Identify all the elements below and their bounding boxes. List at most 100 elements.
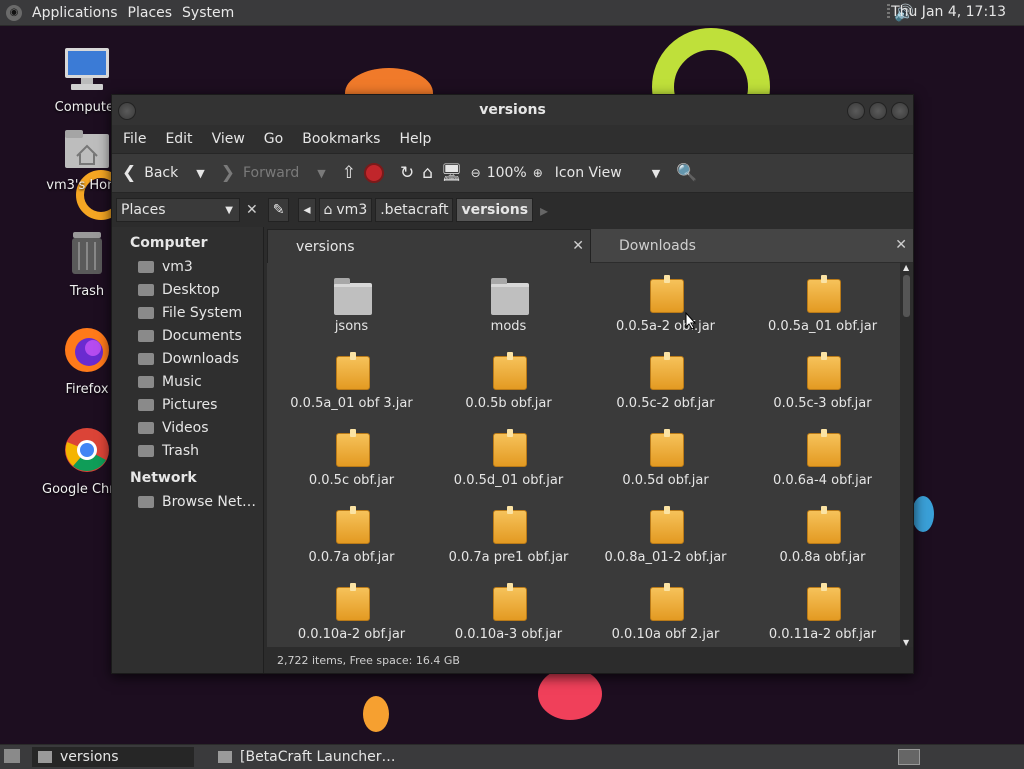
close-button[interactable]	[891, 102, 909, 120]
file-icon-wrapper	[489, 352, 529, 390]
sidebar-item-label: Desktop	[162, 281, 220, 298]
back-arrow-icon: ❮	[122, 163, 137, 183]
file-icon-wrapper	[803, 583, 843, 621]
sidebar-item-documents[interactable]: Documents	[112, 324, 263, 347]
menu-go[interactable]: Go	[264, 131, 283, 147]
zoom-out-icon[interactable]: ⊖	[471, 166, 481, 180]
menu-file[interactable]: File	[123, 131, 146, 147]
close-tab-icon[interactable]: ✕	[895, 237, 907, 253]
mouse-cursor-icon	[685, 312, 697, 330]
panel-menu-applications[interactable]: Applications	[32, 5, 118, 21]
zoom-level: 100%	[486, 165, 527, 181]
sidebar-pane-select[interactable]: Places ▼	[116, 198, 240, 222]
breadcrumb-right-arrow[interactable]: ▸	[540, 201, 548, 220]
file-item[interactable]: 0.0.5a_01 obf 3.jar	[273, 346, 430, 423]
sidebar-item-filesystem[interactable]: File System	[112, 301, 263, 324]
menu-view[interactable]: View	[212, 131, 245, 147]
sidebar-item-trash[interactable]: Trash	[112, 439, 263, 462]
menu-bookmarks[interactable]: Bookmarks	[302, 131, 380, 147]
file-item[interactable]: 0.0.8a obf.jar	[744, 500, 901, 577]
close-tab-icon[interactable]: ✕	[572, 238, 584, 254]
icon-view[interactable]: jsons mods 0.0.5a-2 obf.jar 0.0.5a_01 obf.j…	[267, 263, 900, 647]
file-item[interactable]: 0.0.10a-2 obf.jar	[273, 577, 430, 654]
edit-location-icon[interactable]: ✎	[267, 198, 290, 222]
file-item[interactable]: 0.0.5d_01 obf.jar	[430, 423, 587, 500]
view-mode-select[interactable]: Icon View ▼	[555, 165, 660, 181]
clock[interactable]: Thu Jan 4, 17:13	[891, 4, 1006, 20]
sidebar-item-videos[interactable]: Videos	[112, 416, 263, 439]
file-item[interactable]: 0.0.5a-2 obf.jar	[587, 269, 744, 346]
file-item[interactable]: 0.0.11a-2 obf.jar	[744, 577, 901, 654]
jar-package-icon	[649, 506, 684, 544]
maximize-button[interactable]	[869, 102, 887, 120]
scroll-up-arrow[interactable]: ▲	[903, 263, 909, 272]
vertical-scrollbar[interactable]: ▲ ▼	[900, 263, 913, 647]
breadcrumb-item-betacraft[interactable]: .betacraft	[375, 198, 454, 222]
file-item[interactable]: 0.0.7a obf.jar	[273, 500, 430, 577]
folder-item[interactable]: jsons	[273, 269, 430, 346]
jar-package-icon	[335, 583, 370, 621]
sidebar-item-browse-network[interactable]: Browse Net…	[112, 490, 263, 513]
breadcrumb-item-versions[interactable]: versions	[456, 198, 534, 222]
file-item[interactable]: 0.0.5a_01 obf.jar	[744, 269, 901, 346]
file-item[interactable]: 0.0.5c-3 obf.jar	[744, 346, 901, 423]
file-item[interactable]: 0.0.5c-2 obf.jar	[587, 346, 744, 423]
file-icon-wrapper	[803, 275, 843, 313]
forward-history-dropdown[interactable]: ▼	[317, 167, 325, 180]
menu-edit[interactable]: Edit	[165, 131, 192, 147]
folder-item[interactable]: mods	[430, 269, 587, 346]
sidebar-item-music[interactable]: Music	[112, 370, 263, 393]
sidebar-item-label: File System	[162, 304, 243, 321]
file-name: 0.0.10a obf 2.jar	[611, 627, 720, 642]
computer-icon[interactable]: 🖥	[441, 163, 463, 183]
search-icon[interactable]: 🔍	[676, 163, 697, 183]
stop-icon[interactable]	[364, 163, 384, 183]
panel-menu-system[interactable]: System	[182, 5, 234, 21]
file-name: 0.0.5d obf.jar	[622, 473, 709, 488]
taskbar-item-betacraft[interactable]: [BetaCraft Launcher…	[212, 747, 402, 767]
file-item[interactable]: 0.0.5d obf.jar	[587, 423, 744, 500]
tab-label: Downloads	[619, 237, 696, 254]
back-history-dropdown[interactable]: ▼	[196, 167, 204, 180]
bottom-taskbar: versions [BetaCraft Launcher…	[0, 744, 1024, 769]
forward-button[interactable]: ❯ Forward ▼	[221, 163, 326, 183]
file-item[interactable]: 0.0.10a-3 obf.jar	[430, 577, 587, 654]
breadcrumb-item-vm3[interactable]: ⌂ vm3	[318, 198, 373, 222]
videos-folder-icon	[138, 421, 154, 434]
menu-help[interactable]: Help	[399, 131, 431, 147]
jar-package-icon	[806, 352, 841, 390]
window-titlebar[interactable]: versions	[112, 95, 913, 125]
wallpaper-small-orange-blob	[363, 696, 389, 732]
tab-versions[interactable]: versions ✕	[267, 229, 591, 263]
file-item[interactable]: 0.0.8a_01-2 obf.jar	[587, 500, 744, 577]
show-desktop-icon[interactable]	[4, 749, 20, 763]
sidebar-item-desktop[interactable]: Desktop	[112, 278, 263, 301]
file-item[interactable]: 0.0.7a pre1 obf.jar	[430, 500, 587, 577]
file-item[interactable]: 0.0.5b obf.jar	[430, 346, 587, 423]
breadcrumb-left-arrow[interactable]: ◂	[298, 198, 316, 222]
up-icon[interactable]: ⇧	[342, 163, 356, 183]
reload-icon[interactable]: ↻	[400, 163, 414, 183]
close-sidebar-icon[interactable]: ✕	[246, 202, 258, 218]
file-item[interactable]: 0.0.6a-4 obf.jar	[744, 423, 901, 500]
workspace-switcher-icon[interactable]	[898, 749, 920, 765]
minimize-button[interactable]	[847, 102, 865, 120]
home-icon[interactable]: ⌂	[422, 163, 433, 183]
panel-menu-places[interactable]: Places	[128, 5, 173, 21]
window-menu-button[interactable]	[118, 102, 136, 120]
file-item[interactable]: 0.0.5c obf.jar	[273, 423, 430, 500]
sidebar-item-vm3[interactable]: vm3	[112, 255, 263, 278]
scroll-thumb[interactable]	[903, 275, 910, 317]
sidebar-item-downloads[interactable]: Downloads	[112, 347, 263, 370]
tab-label: versions	[296, 238, 355, 255]
tab-downloads[interactable]: Downloads ✕	[591, 229, 913, 262]
file-item[interactable]: 0.0.10a obf 2.jar	[587, 577, 744, 654]
back-button[interactable]: ❮ Back ▼	[122, 163, 205, 183]
file-icon-wrapper	[646, 429, 686, 467]
file-name: mods	[490, 319, 527, 334]
sidebar-item-pictures[interactable]: Pictures	[112, 393, 263, 416]
scroll-down-arrow[interactable]: ▼	[903, 638, 909, 647]
zoom-in-icon[interactable]: ⊕	[533, 166, 543, 180]
distro-logo-icon[interactable]: ◉	[6, 4, 22, 21]
taskbar-item-versions[interactable]: versions	[32, 747, 194, 767]
